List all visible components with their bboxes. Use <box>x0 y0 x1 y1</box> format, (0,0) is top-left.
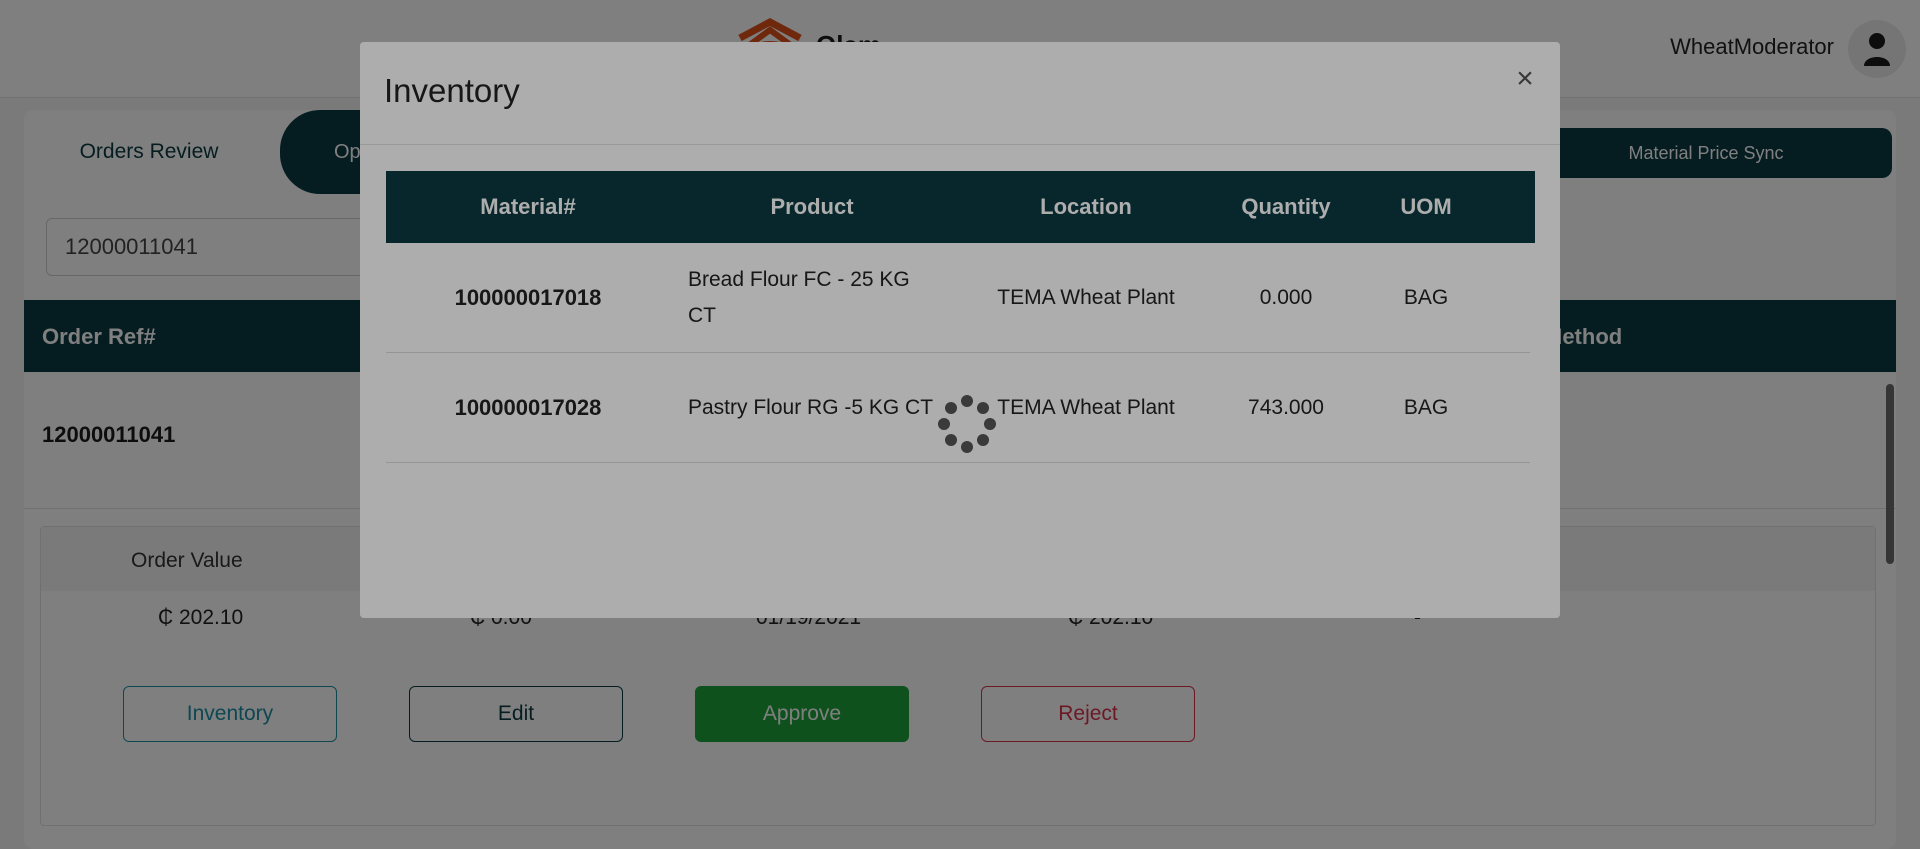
loading-overlay <box>360 42 1560 618</box>
spinner-icon <box>938 395 996 453</box>
